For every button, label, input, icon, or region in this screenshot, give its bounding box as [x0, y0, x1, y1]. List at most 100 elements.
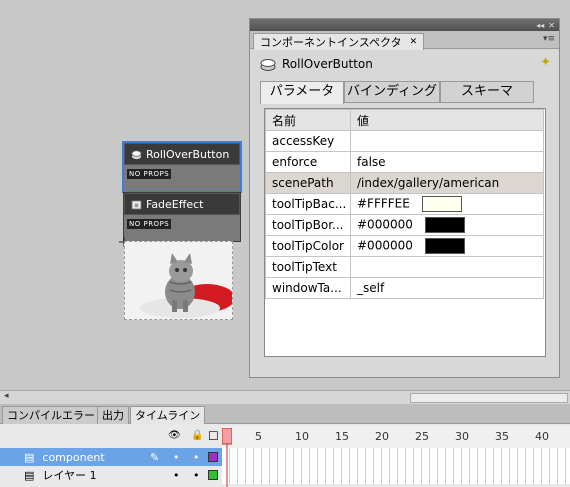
param-name: toolTipBor...	[265, 214, 351, 236]
pin-icon[interactable]: ✦	[540, 55, 551, 70]
layer-name-cell[interactable]: ▤ component ✎ • •	[0, 448, 222, 466]
layer-row-layer1[interactable]: ▤ レイヤー 1 • •	[0, 466, 570, 484]
effect-icon	[131, 199, 142, 210]
table-row[interactable]: toolTipBac... #FFFFEE	[265, 193, 544, 215]
param-value[interactable]	[350, 256, 544, 278]
param-name: scenePath	[265, 172, 351, 194]
ruler-number: 5	[255, 430, 262, 443]
color-swatch[interactable]	[424, 238, 465, 254]
lock-icon[interactable]: 🔒	[191, 430, 203, 441]
layer-name-cell[interactable]: ▤ レイヤー 1 • •	[0, 466, 222, 484]
table-row[interactable]: toolTipColor #000000	[265, 235, 544, 257]
tab-compile-errors[interactable]: コンパイルエラー	[2, 406, 100, 424]
column-name-header: 名前	[265, 109, 351, 131]
component-header: FadeEffect	[124, 193, 240, 215]
lock-dot-icon[interactable]: •	[193, 451, 200, 464]
layer-icon: ▤	[24, 450, 35, 464]
button-component-icon	[260, 59, 276, 71]
component-label: RollOverButton	[146, 147, 230, 161]
component-fadeeffect[interactable]: FadeEffect NO PROPS	[123, 192, 241, 242]
param-value[interactable]: _self	[350, 277, 544, 299]
param-name: windowTa...	[265, 277, 351, 299]
param-value[interactable]: false	[350, 151, 544, 173]
stage-horizontal-scrollbar[interactable]: ◂	[0, 390, 570, 404]
param-value[interactable]: #000000	[357, 239, 413, 253]
tab-close-icon[interactable]: ✕	[410, 35, 418, 50]
component-name: RollOverButton	[282, 57, 373, 71]
table-row[interactable]: accessKey	[265, 130, 544, 152]
tab-schema[interactable]: スキーマ	[440, 81, 534, 103]
layer-color-swatch[interactable]	[208, 452, 218, 462]
column-value-header: 値	[350, 109, 544, 131]
props-badge: NO PROPS	[127, 219, 172, 229]
param-value[interactable]	[350, 130, 544, 152]
table-header: 名前 値	[265, 109, 544, 131]
layer-row-component[interactable]: ▤ component ✎ • •	[0, 448, 570, 466]
component-header: RollOverButton	[124, 143, 240, 165]
param-value-cell[interactable]: #000000	[350, 214, 544, 236]
param-value[interactable]: #FFFFEE	[357, 197, 410, 211]
parameters-table: 名前 値 accessKey enforce false scenePath/in…	[264, 108, 546, 357]
ruler-number: 20	[375, 430, 389, 443]
timeline: 👁 🔒 ☐ 1 5 10 15 20 25 30 35 40 ▤ compone…	[0, 424, 570, 487]
color-swatch[interactable]	[421, 196, 462, 212]
param-value-cell[interactable]: #000000	[350, 235, 544, 257]
ruler-number: 30	[455, 430, 469, 443]
param-value[interactable]: /index/gallery/american	[350, 172, 544, 194]
playhead[interactable]	[222, 428, 232, 487]
button-icon	[131, 149, 142, 159]
ruler-number: 40	[535, 430, 549, 443]
scroll-left-icon[interactable]: ◂	[4, 391, 9, 401]
param-name: enforce	[265, 151, 351, 173]
tab-bindings[interactable]: バインディング	[344, 81, 440, 103]
table-row[interactable]: windowTa... _self	[265, 277, 544, 299]
component-rolloverbutton[interactable]: RollOverButton NO PROPS	[122, 141, 242, 193]
color-swatch[interactable]	[424, 217, 465, 233]
tab-timeline[interactable]: タイムライン	[130, 406, 206, 424]
table-row[interactable]: toolTipText	[265, 256, 544, 278]
panel-menu-icon[interactable]: ▾≡	[543, 34, 555, 44]
visibility-dot-icon[interactable]: •	[173, 469, 180, 482]
layer-color-swatch[interactable]	[208, 470, 218, 480]
table-row[interactable]: toolTipBor... #000000	[265, 214, 544, 236]
panel-tabbar: コンポーネントインスペクタ ✕ ▾≡	[250, 31, 559, 50]
param-value[interactable]: #000000	[357, 218, 413, 232]
eye-icon[interactable]: 👁	[168, 430, 181, 441]
lock-dot-icon[interactable]: •	[193, 469, 200, 482]
layer-icon: ▤	[24, 468, 35, 482]
frame-ruler[interactable]: 1 5 10 15 20 25 30 35 40	[222, 426, 570, 448]
ruler-number: 15	[335, 430, 349, 443]
ruler-number: 35	[495, 430, 509, 443]
props-badge: NO PROPS	[127, 169, 172, 179]
ruler-number: 10	[295, 430, 309, 443]
stage[interactable]: RollOverButton NO PROPS FadeEffect NO PR…	[0, 0, 570, 390]
kitten-image[interactable]	[124, 241, 233, 320]
tab-component-inspector[interactable]: コンポーネントインスペクタ ✕	[253, 33, 425, 50]
pencil-icon: ✎	[150, 450, 160, 464]
param-name: toolTipColor	[265, 235, 351, 257]
param-value-cell[interactable]: #FFFFEE	[350, 193, 544, 215]
panel-title: コンポーネントインスペクタ	[260, 35, 402, 49]
tab-output[interactable]: 出力	[97, 406, 129, 424]
layer-frames[interactable]	[222, 466, 570, 484]
component-label: FadeEffect	[146, 197, 204, 211]
scrollbar-thumb[interactable]	[410, 393, 568, 403]
visibility-dot-icon[interactable]: •	[173, 451, 180, 464]
table-row[interactable]: scenePath/index/gallery/american	[265, 172, 544, 194]
layer-frames[interactable]	[222, 448, 570, 466]
param-name: accessKey	[265, 130, 351, 152]
table-row[interactable]: enforce false	[265, 151, 544, 173]
collapse-icon[interactable]: ◂◂	[536, 21, 544, 30]
bottom-panel-tabs: コンパイルエラー 出力 タイムライン	[0, 404, 570, 424]
tab-parameters[interactable]: パラメータ	[260, 81, 344, 104]
close-icon[interactable]: ✕	[548, 21, 555, 30]
param-name: toolTipText	[265, 256, 351, 278]
ruler-number: 25	[415, 430, 429, 443]
outline-icon[interactable]: ☐	[208, 429, 219, 443]
layer-name: レイヤー 1	[42, 469, 97, 482]
layer-name: component	[42, 450, 105, 464]
param-name: toolTipBac...	[265, 193, 351, 215]
component-name-row: RollOverButton	[250, 49, 559, 79]
panel-titlebar[interactable]: ◂◂ ✕	[250, 19, 559, 31]
component-inspector-panel: ◂◂ ✕ コンポーネントインスペクタ ✕ ▾≡ RollOverButton ✦…	[249, 18, 560, 378]
